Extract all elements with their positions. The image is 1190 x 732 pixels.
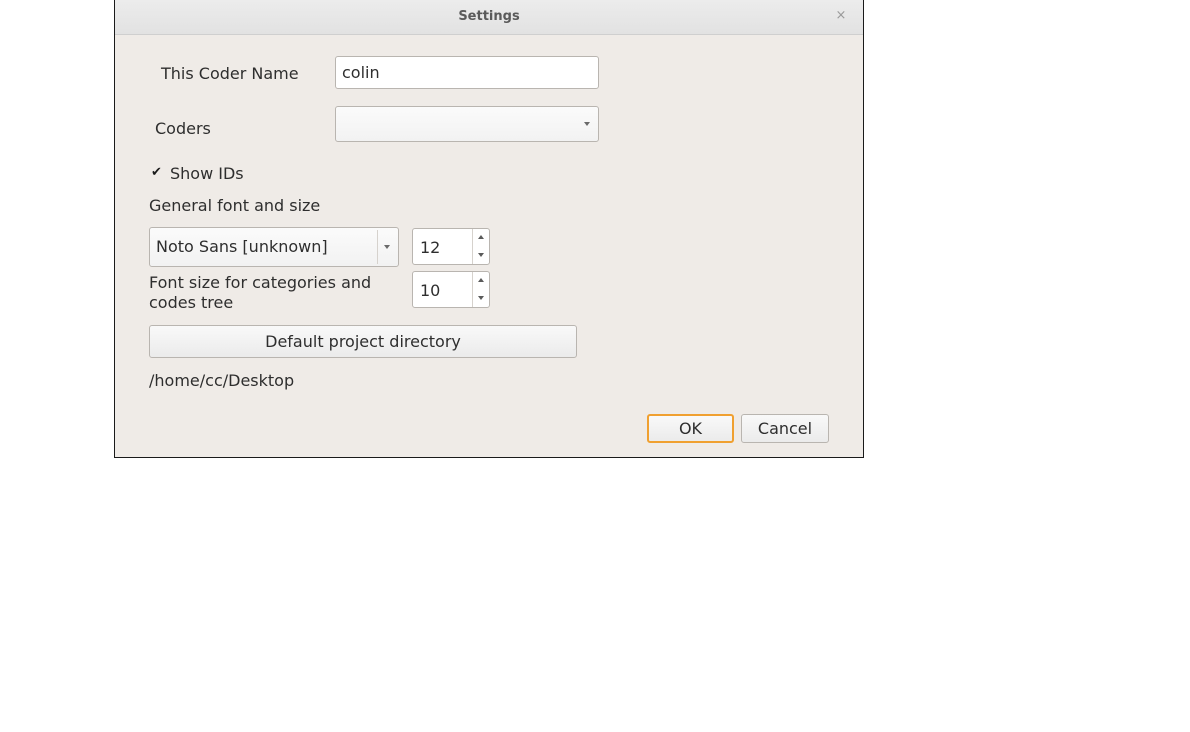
tree-font-size-spinbox[interactable]: 10	[412, 271, 490, 308]
dropdown-separator	[377, 230, 378, 264]
show-ids-checkbox[interactable]: ✔	[150, 166, 163, 179]
cancel-button[interactable]: Cancel	[741, 414, 829, 443]
coders-label: Coders	[155, 119, 211, 138]
title-bar[interactable]: Settings ×	[115, 0, 863, 35]
general-font-size-value: 12	[420, 238, 441, 257]
coders-dropdown[interactable]	[335, 106, 599, 142]
spin-buttons	[472, 272, 489, 307]
window-title: Settings	[458, 9, 520, 24]
tree-font-size-value: 10	[420, 281, 441, 300]
chevron-down-icon	[384, 245, 390, 249]
default-project-directory-button[interactable]: Default project directory	[149, 325, 577, 358]
chevron-up-icon[interactable]	[473, 272, 489, 290]
coder-name-input[interactable]	[335, 56, 599, 89]
spin-buttons	[472, 229, 489, 264]
coder-name-label: This Coder Name	[161, 64, 299, 83]
chevron-down-icon	[584, 122, 590, 126]
general-font-size-spinbox[interactable]: 12	[412, 228, 490, 265]
settings-dialog: Settings × This Coder Name Coders ✔ Show…	[114, 0, 864, 458]
chevron-down-icon[interactable]	[473, 247, 489, 265]
general-font-selected: Noto Sans [unknown]	[156, 237, 328, 256]
general-font-label: General font and size	[149, 196, 321, 215]
general-font-dropdown[interactable]: Noto Sans [unknown]	[149, 227, 399, 267]
chevron-up-icon[interactable]	[473, 229, 489, 247]
show-ids-label: Show IDs	[170, 164, 244, 183]
close-icon[interactable]: ×	[833, 8, 849, 24]
tree-font-label-line2: codes tree	[149, 293, 234, 312]
tree-font-label: Font size for categories and codes tree	[149, 273, 371, 313]
tree-font-label-line1: Font size for categories and	[149, 273, 372, 292]
ok-button[interactable]: OK	[647, 414, 734, 443]
chevron-down-icon[interactable]	[473, 290, 489, 308]
project-directory-path: /home/cc/Desktop	[149, 371, 295, 390]
